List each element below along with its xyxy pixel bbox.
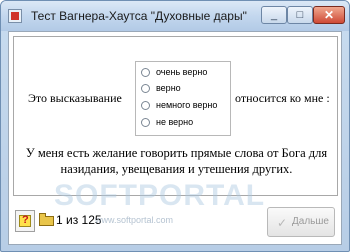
next-button[interactable]: ✓ Дальше xyxy=(267,207,335,237)
app-window: Тест Вагнера-Хаутса "Духовные дары" _ □ … xyxy=(0,0,350,252)
statement-line-2: назидания, увещевания и утешения других. xyxy=(60,162,293,176)
statement-line-1: У меня есть желание говорить прямые слов… xyxy=(25,146,328,160)
watermark-url: www.softportal.com xyxy=(95,215,174,225)
next-button-label: Дальше xyxy=(292,216,329,227)
radio-button[interactable] xyxy=(141,68,150,77)
help-button[interactable]: ? xyxy=(15,210,35,232)
help-icon: ? xyxy=(22,214,29,226)
title-bar[interactable]: Тест Вагнера-Хаутса "Духовные дары" _ □ … xyxy=(1,1,349,31)
maximize-button[interactable]: □ xyxy=(287,6,313,24)
question-statement: У меня есть желание говорить прямые слов… xyxy=(14,145,339,177)
option-label: немного верно xyxy=(156,100,218,110)
softportal-watermark: SOFTPORTAL xyxy=(54,179,266,212)
app-icon xyxy=(8,9,22,23)
question-panel: Это высказывание очень верно верно немно… xyxy=(13,36,338,196)
radio-button[interactable] xyxy=(141,118,150,127)
statement-prefix: Это высказывание xyxy=(28,91,122,105)
radio-button[interactable] xyxy=(141,84,150,93)
radio-button[interactable] xyxy=(141,101,150,110)
answer-options-group: очень верно верно немного верно не верно xyxy=(135,61,231,136)
option-label: не верно xyxy=(156,117,194,127)
close-button[interactable]: ✕ xyxy=(313,6,345,24)
option-label: верно xyxy=(156,83,181,93)
statement-suffix: относится ко мне : xyxy=(235,91,330,105)
minimize-button[interactable]: _ xyxy=(261,6,287,24)
checkmark-icon: ✓ xyxy=(277,216,288,230)
option-label: очень верно xyxy=(156,67,208,77)
open-folder-icon[interactable] xyxy=(37,210,57,232)
window-title: Тест Вагнера-Хаутса "Духовные дары" xyxy=(31,9,247,23)
